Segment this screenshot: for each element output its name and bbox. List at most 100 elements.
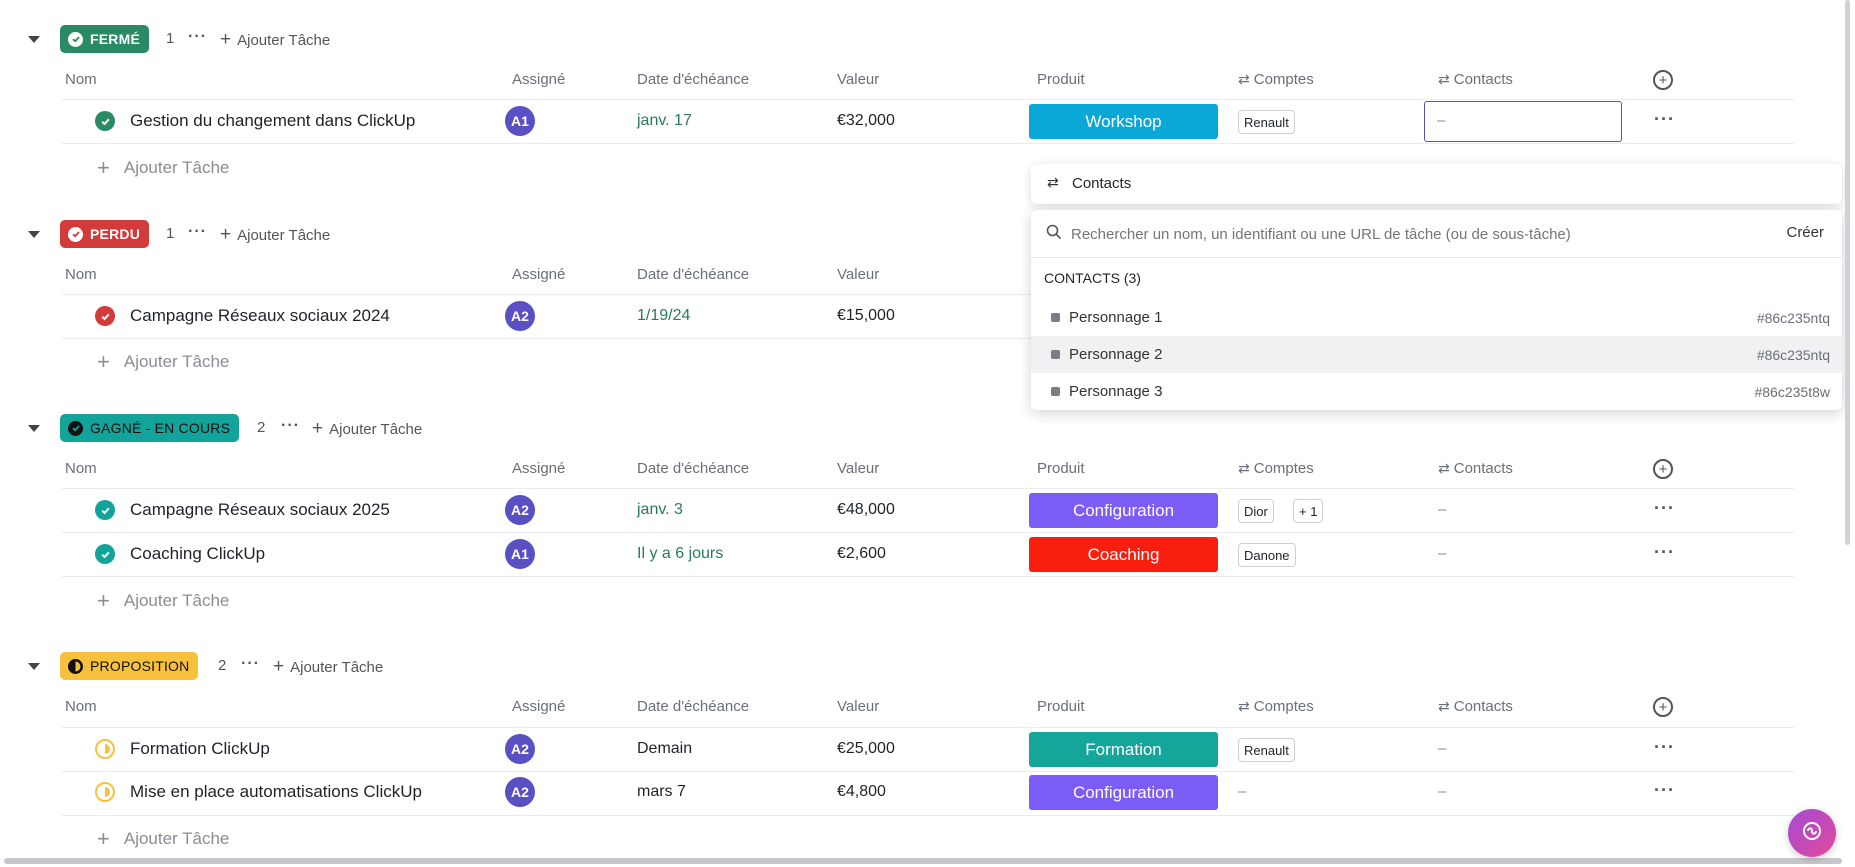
- add-column-icon[interactable]: +: [1653, 459, 1673, 479]
- task-status-half-icon[interactable]: [95, 782, 115, 802]
- account-tag[interactable]: Renault: [1238, 738, 1295, 762]
- add-task-row[interactable]: + Ajouter Tâche: [97, 155, 229, 181]
- add-column-icon[interactable]: +: [1653, 70, 1673, 90]
- col-produit[interactable]: Produit: [1037, 698, 1085, 715]
- col-assigne[interactable]: Assigné: [512, 266, 565, 283]
- contact-option[interactable]: Personnage 3 #86c235t8w: [1031, 373, 1842, 410]
- group-collapse-caret[interactable]: [28, 425, 40, 432]
- due-date[interactable]: janv. 3: [637, 501, 683, 519]
- account-more-tag[interactable]: + 1: [1293, 499, 1324, 523]
- avatar[interactable]: A2: [505, 777, 535, 807]
- contact-option-hovered[interactable]: Personnage 2 #86c235ntq: [1031, 336, 1842, 373]
- row-more-icon[interactable]: ···: [1654, 498, 1675, 519]
- group-more-icon[interactable]: ···: [188, 28, 207, 46]
- task-status-check-icon[interactable]: [95, 306, 115, 326]
- col-nom[interactable]: Nom: [65, 71, 97, 88]
- task-status-check-icon[interactable]: [95, 500, 115, 520]
- ai-assistant-button[interactable]: [1788, 809, 1836, 857]
- contacts-field-active[interactable]: –: [1424, 101, 1622, 142]
- status-pill-proposition[interactable]: PROPOSITION: [60, 652, 199, 680]
- task-name[interactable]: Gestion du changement dans ClickUp: [130, 111, 415, 131]
- task-name[interactable]: Campagne Réseaux sociaux 2024: [130, 306, 390, 326]
- contacts-empty[interactable]: –: [1438, 545, 1446, 562]
- value[interactable]: €2,600: [837, 545, 886, 563]
- avatar[interactable]: A2: [505, 301, 535, 331]
- status-pill-ferme[interactable]: FERMÉ: [60, 25, 149, 53]
- col-produit[interactable]: Produit: [1037, 71, 1085, 88]
- avatar[interactable]: A2: [505, 495, 535, 525]
- due-date[interactable]: janv. 17: [637, 112, 692, 130]
- col-nom[interactable]: Nom: [65, 266, 97, 283]
- col-contacts[interactable]: ⇄ Contacts: [1438, 698, 1513, 715]
- value[interactable]: €25,000: [837, 740, 895, 758]
- add-column-icon[interactable]: +: [1653, 697, 1673, 717]
- due-date[interactable]: Demain: [637, 740, 692, 758]
- contacts-empty[interactable]: –: [1438, 501, 1446, 518]
- col-nom[interactable]: Nom: [65, 460, 97, 477]
- contacts-empty[interactable]: –: [1438, 740, 1446, 757]
- account-tag[interactable]: Dior: [1238, 499, 1274, 523]
- col-date[interactable]: Date d'échéance: [637, 266, 749, 283]
- col-comptes[interactable]: ⇄ Comptes: [1238, 698, 1314, 715]
- value[interactable]: €15,000: [837, 307, 895, 325]
- row-more-icon[interactable]: ···: [1654, 737, 1675, 758]
- avatar[interactable]: A1: [505, 539, 535, 569]
- col-assigne[interactable]: Assigné: [512, 71, 565, 88]
- horizontal-scrollbar[interactable]: [4, 858, 1842, 864]
- add-task-row[interactable]: + Ajouter Tâche: [97, 826, 229, 852]
- product-tag-formation[interactable]: Formation: [1029, 732, 1218, 767]
- row-more-icon[interactable]: ···: [1654, 780, 1675, 801]
- product-tag-workshop[interactable]: Workshop: [1029, 104, 1218, 139]
- task-status-check-icon[interactable]: [95, 544, 115, 564]
- col-date[interactable]: Date d'échéance: [637, 698, 749, 715]
- col-assigne[interactable]: Assigné: [512, 460, 565, 477]
- add-task-header-button[interactable]: + Ajouter Tâche: [220, 29, 330, 51]
- contacts-empty[interactable]: –: [1438, 783, 1446, 800]
- avatar[interactable]: A2: [505, 734, 535, 764]
- product-tag-configuration[interactable]: Configuration: [1029, 775, 1218, 810]
- product-tag-coaching[interactable]: Coaching: [1029, 537, 1218, 572]
- product-tag-configuration[interactable]: Configuration: [1029, 493, 1218, 528]
- add-task-row[interactable]: + Ajouter Tâche: [97, 588, 229, 614]
- group-more-icon[interactable]: ···: [188, 223, 207, 241]
- add-task-header-button[interactable]: + Ajouter Tâche: [220, 224, 330, 246]
- avatar[interactable]: A1: [505, 106, 535, 136]
- col-valeur[interactable]: Valeur: [837, 698, 879, 715]
- group-more-icon[interactable]: ···: [281, 417, 300, 435]
- task-name[interactable]: Coaching ClickUp: [130, 544, 265, 564]
- vertical-scrollbar[interactable]: [1845, 0, 1850, 545]
- row-more-icon[interactable]: ···: [1654, 109, 1675, 130]
- add-task-header-button[interactable]: + Ajouter Tâche: [273, 656, 383, 678]
- due-date[interactable]: mars 7: [637, 783, 686, 801]
- task-name[interactable]: Formation ClickUp: [130, 739, 270, 759]
- col-valeur[interactable]: Valeur: [837, 71, 879, 88]
- group-collapse-caret[interactable]: [28, 231, 40, 238]
- status-pill-gagne[interactable]: GAGNÉ - EN COURS: [60, 414, 240, 442]
- col-valeur[interactable]: Valeur: [837, 460, 879, 477]
- accounts-empty[interactable]: –: [1238, 783, 1246, 800]
- task-status-check-icon[interactable]: [95, 111, 115, 131]
- value[interactable]: €4,800: [837, 783, 886, 801]
- task-name[interactable]: Campagne Réseaux sociaux 2025: [130, 500, 390, 520]
- col-produit[interactable]: Produit: [1037, 460, 1085, 477]
- value[interactable]: €48,000: [837, 501, 895, 519]
- status-pill-perdu[interactable]: PERDU: [60, 220, 150, 248]
- col-date[interactable]: Date d'échéance: [637, 460, 749, 477]
- col-comptes[interactable]: ⇄ Comptes: [1238, 460, 1314, 477]
- create-button[interactable]: Créer: [1786, 224, 1824, 241]
- add-task-row[interactable]: + Ajouter Tâche: [97, 349, 229, 375]
- due-date[interactable]: Il y a 6 jours: [637, 545, 723, 563]
- group-collapse-caret[interactable]: [28, 663, 40, 670]
- due-date[interactable]: 1/19/24: [637, 307, 690, 325]
- col-contacts[interactable]: ⇄ Contacts: [1438, 460, 1513, 477]
- col-assigne[interactable]: Assigné: [512, 698, 565, 715]
- task-name[interactable]: Mise en place automatisations ClickUp: [130, 782, 422, 802]
- col-date[interactable]: Date d'échéance: [637, 71, 749, 88]
- group-more-icon[interactable]: ···: [241, 655, 260, 673]
- group-collapse-caret[interactable]: [28, 36, 40, 43]
- col-contacts[interactable]: ⇄ Contacts: [1438, 71, 1513, 88]
- account-tag[interactable]: Renault: [1238, 110, 1295, 134]
- value[interactable]: €32,000: [837, 112, 895, 130]
- task-status-half-icon[interactable]: [95, 739, 115, 759]
- row-more-icon[interactable]: ···: [1654, 542, 1675, 563]
